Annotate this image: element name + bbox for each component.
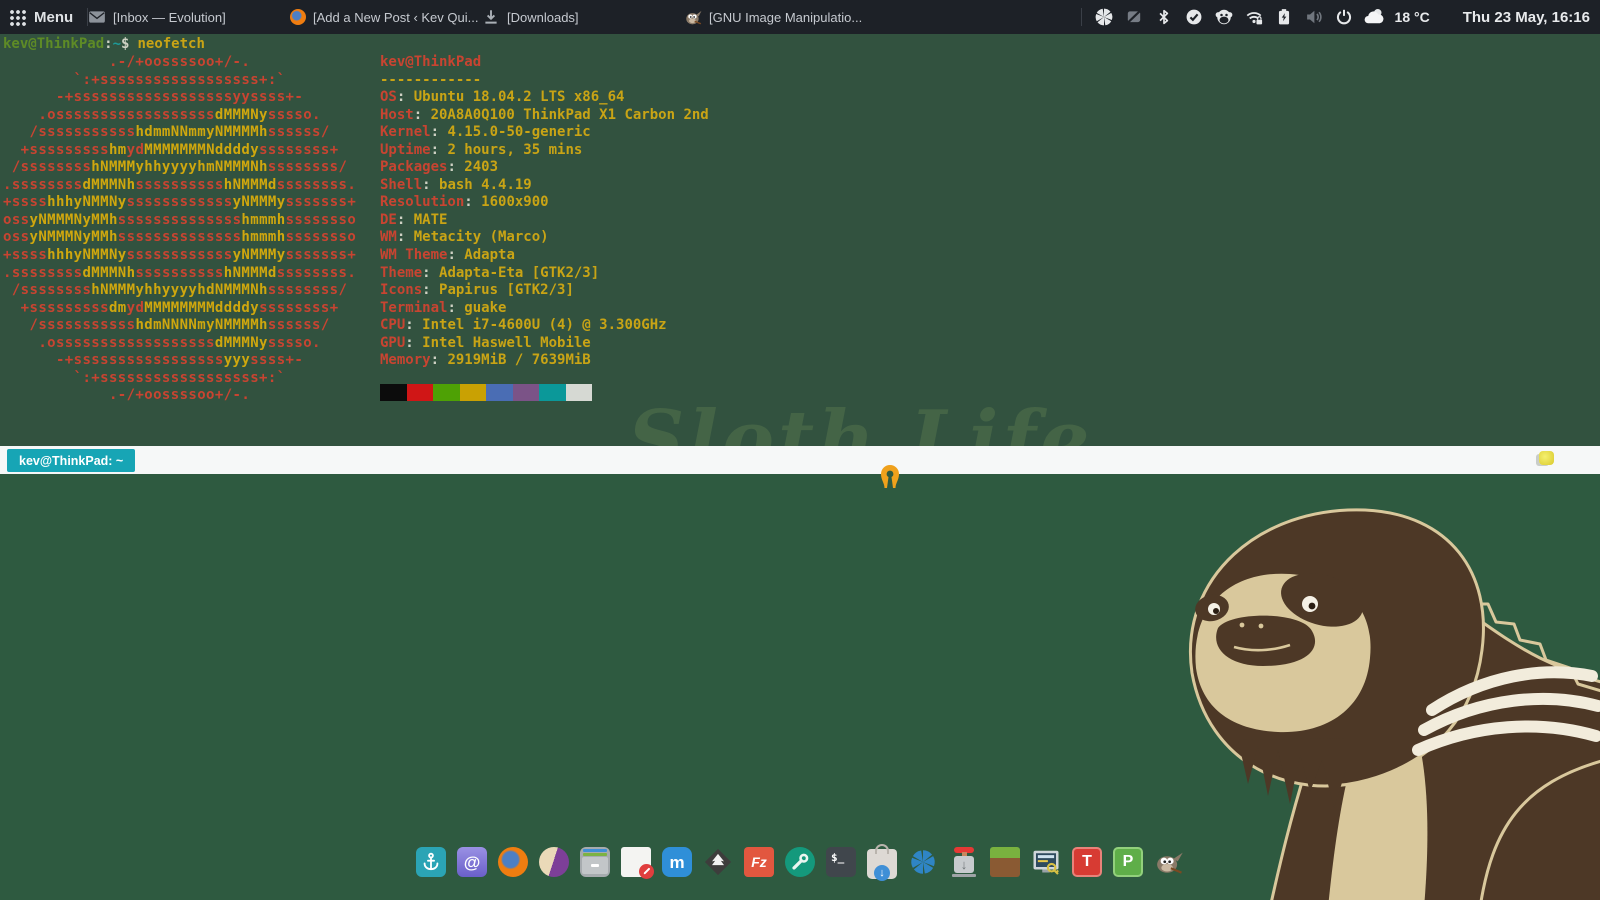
dock-item-mastodon[interactable]: m [662,847,692,879]
guake-tab[interactable]: kev@ThinkPad: ~ [7,449,135,472]
wilber-icon [1154,847,1184,877]
menu-grid-icon [9,9,26,26]
window-downloads[interactable]: [Downloads] [482,0,579,34]
dock-item-inkscape[interactable] [703,847,733,879]
palette-swatch-0 [380,384,407,401]
battery-icon[interactable] [1273,6,1296,29]
dock-item-archive-manager[interactable]: ↓ [949,847,979,879]
bag-download-icon: ↓ [867,849,897,879]
firefox-globe-icon [498,847,528,877]
sloth-wallpaper-illustration [1150,478,1600,900]
window-title: [Downloads] [507,10,579,25]
wallpaper-script-text: Sloth Life [628,394,1094,446]
moon-circle-icon [539,847,569,877]
monkey-icon[interactable] [1213,6,1236,29]
screen-key-icon [1031,847,1061,877]
sun-cloud-icon[interactable] [1363,6,1386,29]
neofetch-ascii-logo: .-/+oossssoo+/-. `:+ssssssssssssssssss+:… [3,54,356,405]
prompt-command: neofetch [137,36,204,52]
panel-tray: 18 °C Thu 23 May, 16:16 [1077,0,1600,34]
dock-item-gimp[interactable] [1154,847,1184,879]
dock-item-file-archive[interactable] [580,847,610,879]
press-icon: ↓ [949,847,979,877]
anchor-icon [416,847,446,877]
dock-item-t-app[interactable]: T [1072,847,1102,879]
palette-swatch-3 [460,384,487,401]
keyhole-ornament [879,464,901,490]
dock-item-moon-app[interactable] [539,847,569,879]
gear-wrench-icon [785,847,815,877]
palette-swatch-7 [566,384,593,401]
palette-swatch-2 [433,384,460,401]
window-gimp[interactable]: [GNU Image Manipulatio... [684,0,862,34]
speaker-icon[interactable] [1303,6,1326,29]
t-letter-icon: T [1072,847,1102,877]
mail-icon [88,8,106,26]
dock-item-filezilla[interactable]: Fz [744,847,774,879]
dock-item-passwords-keys[interactable] [1031,847,1061,879]
shutter-icon[interactable] [1093,6,1116,29]
terminal-color-palette [380,384,592,401]
prompt-user-host: kev@ThinkPad [3,36,104,52]
dock-item-control-center[interactable] [785,847,815,879]
dock-item-terminal-app[interactable]: $_ [826,847,856,879]
bluetooth-icon[interactable] [1153,6,1176,29]
wifi-lock-icon[interactable] [1243,6,1266,29]
gimp-icon [684,8,702,26]
panel-separator [1081,8,1082,26]
fz-icon: Fz [744,847,774,877]
page-pencil-icon [621,847,651,877]
dock-item-minecraft[interactable] [990,847,1020,879]
temperature-label: 18 °C [1395,9,1430,25]
drawer-icon [580,847,610,877]
palette-swatch-1 [407,384,434,401]
mountain-diamond-icon [703,847,733,877]
dock-item-evolution-mail[interactable]: @ [457,847,487,879]
shell-prompt: kev@ThinkPad:~$ neofetch [3,36,205,52]
top-panel: Menu [Inbox — Evolution] [Add a New Post… [0,0,1600,34]
mastodon-icon: m [662,847,692,877]
download-icon [482,8,500,26]
dock-item-plank-dock[interactable] [416,847,446,879]
dock-item-p-app[interactable]: P [1113,847,1143,879]
check-circle-icon[interactable] [1183,6,1206,29]
dock-item-text-editor[interactable] [621,847,651,879]
guake-tabbar: kev@ThinkPad: ~ [0,446,1600,474]
dock-item-software-store[interactable]: ↓ [867,847,897,879]
dock: @ m Fz $_ ↓ ↓ TP [0,847,1600,879]
firefox-icon [290,9,306,25]
slashed-screen-icon[interactable] [1123,6,1146,29]
terminal-prompt-icon: $_ [826,847,856,877]
window-title: [Add a New Post ‹ Kev Qui... [313,10,478,25]
mail-at-icon: @ [457,847,487,877]
menu-button[interactable]: Menu [0,0,83,34]
window-evolution[interactable]: [Inbox — Evolution] [88,0,226,34]
clock[interactable]: Thu 23 May, 16:16 [1463,9,1590,26]
tray-icons [1093,6,1386,29]
prompt-colon: : [104,36,112,52]
p-letter-icon: P [1113,847,1143,877]
window-title: [Inbox — Evolution] [113,10,226,25]
guake-tab-label: kev@ThinkPad: ~ [19,454,123,468]
prompt-dollar: $ [121,36,129,52]
guake-terminal[interactable]: Sloth Life kev@ThinkPad:~$ neofetch .-/+o… [0,34,1600,446]
power-icon[interactable] [1333,6,1356,29]
shutter-blue-icon [908,847,938,877]
neofetch-info: kev@ThinkPad------------OS: Ubuntu 18.04… [380,54,709,370]
tab-menu-icon[interactable] [1539,451,1554,465]
window-firefox[interactable]: [Add a New Post ‹ Kev Qui... [290,0,478,34]
palette-swatch-5 [513,384,540,401]
prompt-path: ~ [113,36,121,52]
dock-item-firefox[interactable] [498,847,528,879]
palette-swatch-6 [539,384,566,401]
grass-block-icon [990,847,1020,877]
palette-swatch-4 [486,384,513,401]
dock-item-shutter[interactable] [908,847,938,879]
window-title: [GNU Image Manipulatio... [709,10,862,25]
menu-label: Menu [34,9,73,26]
